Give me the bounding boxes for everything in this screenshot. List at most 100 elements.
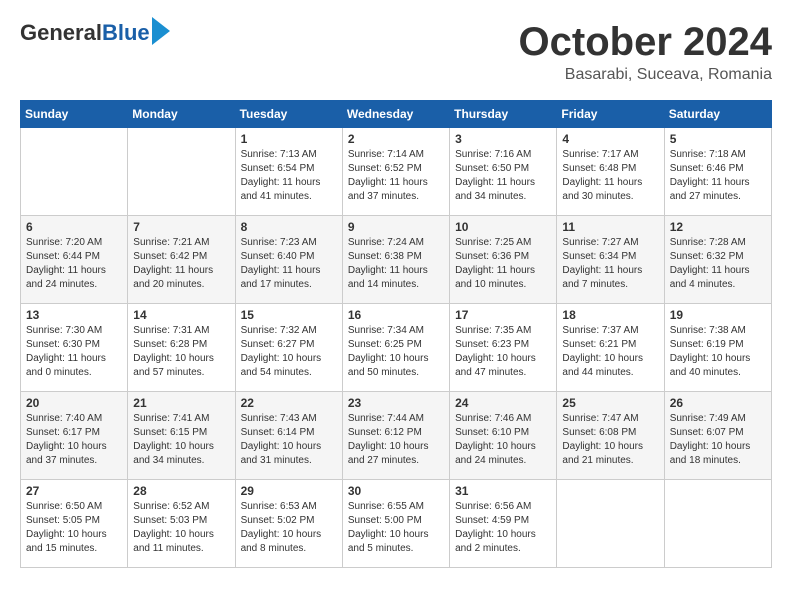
calendar-cell: 18 Sunrise: 7:37 AMSunset: 6:21 PMDayligh… (557, 304, 664, 392)
calendar-cell: 15Sunrise: 7:32 AMSunset: 6:27 PMDayligh… (235, 304, 342, 392)
day-info: Sunrise: 7:20 AMSunset: 6:44 PMDaylight:… (26, 236, 122, 292)
day-number: 3 (455, 132, 551, 146)
day-info: Sunrise: 7:14 AMSunset: 6:52 PMDaylight:… (348, 148, 444, 204)
header-monday: Monday (128, 101, 235, 128)
day-info: Sunrise: 6:56 AMSunset: 4:59 PMDaylight:… (455, 500, 551, 556)
day-info: Sunrise: 7:21 AMSunset: 6:42 PMDaylight:… (133, 236, 229, 292)
location-subtitle: Basarabi, Suceava, Romania (519, 66, 772, 84)
day-info: Sunrise: 7:44 AMSunset: 6:12 PMDaylight:… (348, 412, 444, 468)
calendar-week-row: 20 Sunrise: 7:40 AMSunset: 6:17 PMDayligh… (21, 392, 772, 480)
calendar-cell: 4 Sunrise: 7:17 AMSunset: 6:48 PMDaylight… (557, 128, 664, 216)
day-info: Sunrise: 7:16 AMSunset: 6:50 PMDaylight:… (455, 148, 551, 204)
calendar-cell: 11 Sunrise: 7:27 AMSunset: 6:34 PMDayligh… (557, 216, 664, 304)
logo-blue: Blue (102, 20, 150, 46)
day-info: Sunrise: 7:25 AMSunset: 6:36 PMDaylight:… (455, 236, 551, 292)
day-info: Sunrise: 6:50 AMSunset: 5:05 PMDaylight:… (26, 500, 122, 556)
day-info: Sunrise: 7:47 AMSunset: 6:08 PMDaylight:… (562, 412, 658, 468)
calendar-cell: 12 Sunrise: 7:28 AMSunset: 6:32 PMDayligh… (664, 216, 771, 304)
day-number: 4 (562, 132, 658, 146)
calendar-cell: 5 Sunrise: 7:18 AMSunset: 6:46 PMDaylight… (664, 128, 771, 216)
day-number: 1 (241, 132, 337, 146)
day-info: Sunrise: 7:13 AMSunset: 6:54 PMDaylight:… (241, 148, 337, 204)
day-number: 6 (26, 220, 122, 234)
day-number: 21 (133, 396, 229, 410)
header-friday: Friday (557, 101, 664, 128)
day-number: 5 (670, 132, 766, 146)
day-info: Sunrise: 7:31 AMSunset: 6:28 PMDaylight:… (133, 324, 229, 380)
day-number: 24 (455, 396, 551, 410)
day-info: Sunrise: 7:46 AMSunset: 6:10 PMDaylight:… (455, 412, 551, 468)
calendar-cell: 6 Sunrise: 7:20 AMSunset: 6:44 PMDaylight… (21, 216, 128, 304)
day-info: Sunrise: 7:23 AMSunset: 6:40 PMDaylight:… (241, 236, 337, 292)
title-section: October 2024 Basarabi, Suceava, Romania (519, 20, 772, 84)
calendar-cell: 21 Sunrise: 7:41 AMSunset: 6:15 PMDayligh… (128, 392, 235, 480)
calendar-cell: 23 Sunrise: 7:44 AMSunset: 6:12 PMDayligh… (342, 392, 449, 480)
calendar-cell: 16Sunrise: 7:34 AMSunset: 6:25 PMDayligh… (342, 304, 449, 392)
day-number: 11 (562, 220, 658, 234)
calendar-cell: 24 Sunrise: 7:46 AMSunset: 6:10 PMDayligh… (450, 392, 557, 480)
day-number: 19 (670, 308, 766, 322)
header-tuesday: Tuesday (235, 101, 342, 128)
day-number: 12 (670, 220, 766, 234)
day-number: 31 (455, 484, 551, 498)
day-number: 9 (348, 220, 444, 234)
calendar-header-row: Sunday Monday Tuesday Wednesday Thursday… (21, 101, 772, 128)
day-number: 23 (348, 396, 444, 410)
day-info: Sunrise: 7:17 AMSunset: 6:48 PMDaylight:… (562, 148, 658, 204)
day-number: 13 (26, 308, 122, 322)
calendar-cell: 25Sunrise: 7:47 AMSunset: 6:08 PMDayligh… (557, 392, 664, 480)
month-title: October 2024 (519, 20, 772, 64)
day-info: Sunrise: 7:18 AMSunset: 6:46 PMDaylight:… (670, 148, 766, 204)
calendar-cell (664, 480, 771, 568)
calendar-cell: 2 Sunrise: 7:14 AMSunset: 6:52 PMDaylight… (342, 128, 449, 216)
day-number: 7 (133, 220, 229, 234)
day-info: Sunrise: 7:35 AMSunset: 6:23 PMDaylight:… (455, 324, 551, 380)
calendar-cell: 27 Sunrise: 6:50 AMSunset: 5:05 PMDayligh… (21, 480, 128, 568)
day-number: 27 (26, 484, 122, 498)
day-info: Sunrise: 6:52 AMSunset: 5:03 PMDaylight:… (133, 500, 229, 556)
day-info: Sunrise: 6:55 AMSunset: 5:00 PMDaylight:… (348, 500, 444, 556)
day-info: Sunrise: 7:27 AMSunset: 6:34 PMDaylight:… (562, 236, 658, 292)
day-info: Sunrise: 7:30 AMSunset: 6:30 PMDaylight:… (26, 324, 122, 380)
calendar-cell (128, 128, 235, 216)
calendar-cell: 3 Sunrise: 7:16 AMSunset: 6:50 PMDaylight… (450, 128, 557, 216)
day-number: 22 (241, 396, 337, 410)
logo-general: General (20, 20, 102, 46)
calendar-table: Sunday Monday Tuesday Wednesday Thursday… (20, 100, 772, 568)
calendar-cell: 17Sunrise: 7:35 AMSunset: 6:23 PMDayligh… (450, 304, 557, 392)
calendar-cell: 30Sunrise: 6:55 AMSunset: 5:00 PMDayligh… (342, 480, 449, 568)
calendar-cell: 10Sunrise: 7:25 AMSunset: 6:36 PMDayligh… (450, 216, 557, 304)
calendar-cell: 14Sunrise: 7:31 AMSunset: 6:28 PMDayligh… (128, 304, 235, 392)
calendar-week-row: 27 Sunrise: 6:50 AMSunset: 5:05 PMDayligh… (21, 480, 772, 568)
day-info: Sunrise: 7:49 AMSunset: 6:07 PMDaylight:… (670, 412, 766, 468)
day-number: 20 (26, 396, 122, 410)
header-saturday: Saturday (664, 101, 771, 128)
logo: General Blue (20, 20, 170, 46)
calendar-cell: 1 Sunrise: 7:13 AMSunset: 6:54 PMDaylight… (235, 128, 342, 216)
logo-arrow-icon (152, 17, 170, 45)
calendar-week-row: 6 Sunrise: 7:20 AMSunset: 6:44 PMDaylight… (21, 216, 772, 304)
day-info: Sunrise: 7:24 AMSunset: 6:38 PMDaylight:… (348, 236, 444, 292)
day-number: 28 (133, 484, 229, 498)
calendar-cell: 19Sunrise: 7:38 AMSunset: 6:19 PMDayligh… (664, 304, 771, 392)
day-number: 29 (241, 484, 337, 498)
page-header: General Blue October 2024 Basarabi, Suce… (20, 20, 772, 84)
day-info: Sunrise: 7:40 AMSunset: 6:17 PMDaylight:… (26, 412, 122, 468)
calendar-cell: 20 Sunrise: 7:40 AMSunset: 6:17 PMDayligh… (21, 392, 128, 480)
calendar-cell: 26 Sunrise: 7:49 AMSunset: 6:07 PMDayligh… (664, 392, 771, 480)
day-number: 8 (241, 220, 337, 234)
day-info: Sunrise: 7:41 AMSunset: 6:15 PMDaylight:… (133, 412, 229, 468)
day-info: Sunrise: 6:53 AMSunset: 5:02 PMDaylight:… (241, 500, 337, 556)
day-number: 26 (670, 396, 766, 410)
day-info: Sunrise: 7:32 AMSunset: 6:27 PMDaylight:… (241, 324, 337, 380)
day-number: 2 (348, 132, 444, 146)
header-sunday: Sunday (21, 101, 128, 128)
calendar-week-row: 1 Sunrise: 7:13 AMSunset: 6:54 PMDaylight… (21, 128, 772, 216)
calendar-cell: 9 Sunrise: 7:24 AMSunset: 6:38 PMDaylight… (342, 216, 449, 304)
day-info: Sunrise: 7:37 AMSunset: 6:21 PMDaylight:… (562, 324, 658, 380)
calendar-cell: 29 Sunrise: 6:53 AMSunset: 5:02 PMDayligh… (235, 480, 342, 568)
day-info: Sunrise: 7:28 AMSunset: 6:32 PMDaylight:… (670, 236, 766, 292)
calendar-cell: 7 Sunrise: 7:21 AMSunset: 6:42 PMDaylight… (128, 216, 235, 304)
day-number: 18 (562, 308, 658, 322)
calendar-cell: 28 Sunrise: 6:52 AMSunset: 5:03 PMDayligh… (128, 480, 235, 568)
